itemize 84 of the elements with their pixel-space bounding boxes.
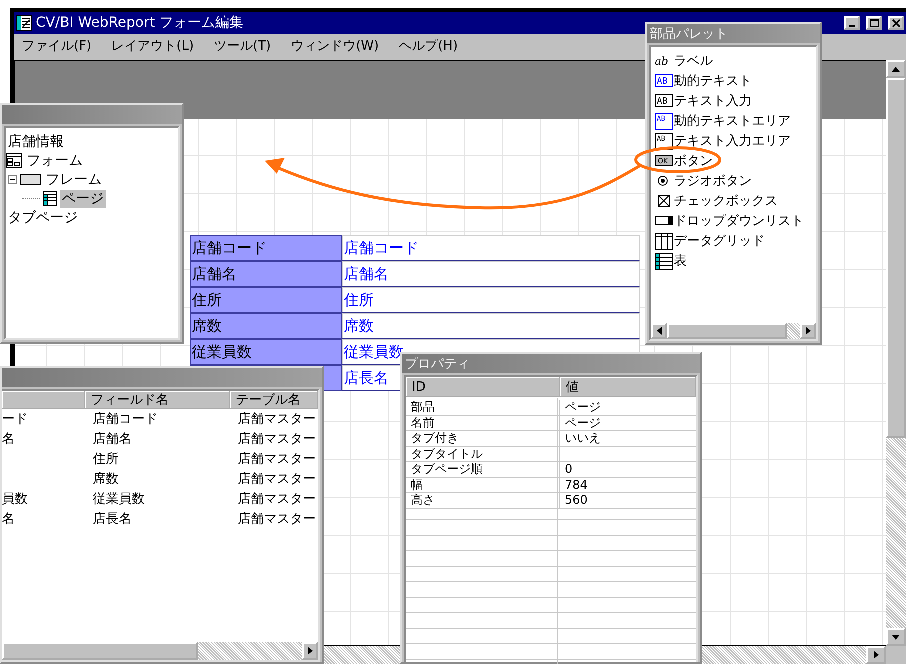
field-label: 店舗コード: [190, 235, 342, 261]
property-value: いいえ: [560, 431, 696, 446]
panel-title: プロパティ: [402, 354, 700, 373]
horizontal-scrollbar[interactable]: [651, 323, 816, 339]
column-header[interactable]: テーブル名: [230, 391, 318, 409]
table-cell-text: 員数: [2, 491, 29, 509]
maximize-button[interactable]: [866, 16, 882, 30]
property-value: 0: [560, 462, 696, 478]
table-cell-text: 席数: [92, 471, 120, 489]
table-cell-text: 店舗マスター: [237, 491, 317, 509]
field-value: 席数: [342, 313, 640, 339]
right-arrow-icon: [806, 327, 810, 335]
tree-item[interactable]: ページ: [60, 190, 106, 208]
property-value: 784: [560, 478, 696, 493]
minimize-button[interactable]: [844, 16, 860, 30]
menu-item[interactable]: ツール(T): [214, 37, 272, 55]
tree-item[interactable]: タブページ: [6, 208, 80, 226]
table-cell-text: ード: [2, 411, 29, 429]
table-cell-text: 店舗コード: [92, 411, 159, 429]
property-value: ページ: [560, 416, 696, 431]
palette-item[interactable]: ボタン: [674, 152, 713, 170]
palette-item[interactable]: ラジオボタン: [674, 172, 752, 190]
tree-item[interactable]: フレーム: [44, 170, 104, 188]
table-cell-text: 名: [2, 431, 16, 449]
close-icon: [892, 18, 900, 28]
menu-item[interactable]: レイアウト(L): [112, 37, 194, 55]
field-label: 従業員数: [190, 339, 342, 365]
menu-item[interactable]: ウィンドウ(W): [291, 37, 380, 55]
close-button[interactable]: [888, 16, 904, 30]
table-cell-text: 従業員数: [92, 491, 146, 509]
app-icon: [16, 15, 32, 31]
table-cell-text: 店舗マスター: [237, 471, 317, 489]
field-label: 住所: [190, 287, 342, 313]
palette-item[interactable]: チェックボックス: [674, 192, 778, 210]
right-arrow-icon: [308, 647, 312, 655]
palette-item[interactable]: ラベル: [674, 52, 713, 70]
minimize-icon: [849, 25, 855, 27]
table-cell-text: 店舗マスター: [237, 431, 317, 449]
field-value: 店舗コード: [342, 235, 640, 261]
checkbox-icon: [655, 192, 673, 210]
table-cell-text: 住所: [92, 451, 120, 469]
maximize-icon: [870, 18, 878, 28]
field-value: 店舗名: [342, 261, 640, 287]
vertical-scrollbar[interactable]: [886, 60, 906, 646]
table-icon: [43, 191, 57, 206]
grid-icon: [655, 232, 673, 250]
field-value: 住所: [342, 287, 640, 313]
menu-item[interactable]: ファイル(F): [22, 37, 92, 55]
frame-icon: [20, 172, 41, 187]
palette-item[interactable]: 動的テキストエリア: [674, 112, 791, 130]
text-box-icon: AB: [655, 92, 673, 110]
table-cell-text: 店長名: [92, 511, 133, 529]
field-label: 席数: [190, 313, 342, 339]
table-cell-text: 店舗名: [92, 431, 133, 449]
column-header[interactable]: ID: [406, 377, 560, 397]
table-cell-text: 店舗マスター: [237, 451, 317, 469]
text-box-icon: AB: [655, 72, 673, 90]
palette-item[interactable]: ドロップダウンリスト: [674, 212, 804, 230]
property-value: ページ: [560, 400, 696, 416]
down-arrow-icon: [892, 634, 900, 640]
tree-item[interactable]: フォーム: [25, 152, 85, 170]
palette-item[interactable]: データグリッド: [674, 232, 765, 250]
horizontal-scrollbar[interactable]: [2, 642, 318, 660]
text-ab-icon: ab: [655, 52, 673, 70]
right-arrow-icon: [874, 651, 878, 659]
up-arrow-icon: [892, 66, 900, 72]
column-header[interactable]: 値: [560, 377, 696, 397]
palette-item[interactable]: 動的テキスト: [674, 72, 752, 90]
column-header[interactable]: フィールド名: [85, 391, 230, 409]
table-icon: [655, 252, 673, 270]
collapse-icon[interactable]: [8, 175, 17, 184]
palette-item[interactable]: テキスト入力エリア: [674, 132, 791, 150]
table-cell-text: 店舗マスター: [237, 411, 317, 429]
panel-title: 部品パレット: [647, 24, 820, 43]
left-arrow-icon: [656, 327, 662, 335]
palette-item[interactable]: テキスト入力: [674, 92, 752, 110]
table-cell-text: 名: [2, 511, 16, 529]
window-title: CV/BI WebReport フォーム編集: [36, 14, 245, 32]
property-value: 560: [560, 493, 696, 508]
menu-item[interactable]: ヘルプ(H): [399, 37, 458, 55]
tree-item[interactable]: 店舗情報: [6, 132, 66, 150]
palette-item[interactable]: 表: [674, 252, 687, 270]
field-label: 店舗名: [190, 261, 342, 287]
table-cell-text: 店舗マスター: [237, 511, 317, 529]
